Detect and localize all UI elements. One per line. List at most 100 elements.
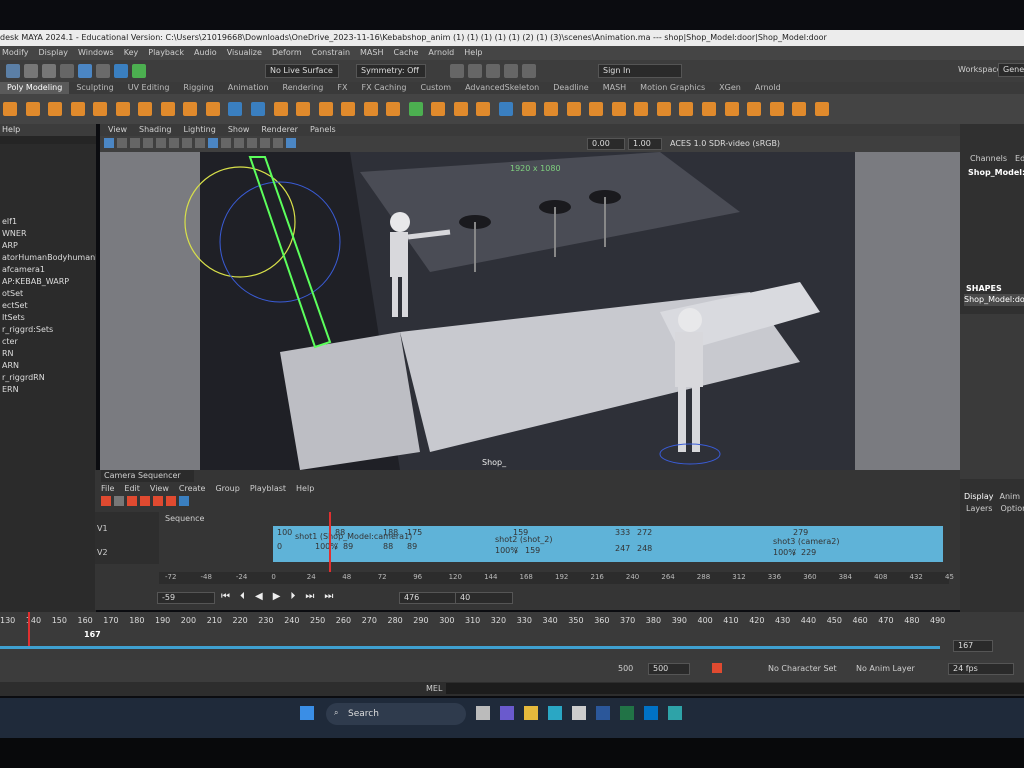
shelf-tab-motion-graphics[interactable]: Motion Graphics	[633, 82, 712, 94]
outliner-item[interactable]: AP:KEBAB_WARP	[0, 276, 96, 288]
fps-dropdown[interactable]: 24 fps	[948, 663, 1014, 675]
poly-plane-icon[interactable]	[115, 102, 130, 116]
viewport-menu-shading[interactable]: Shading	[139, 124, 172, 136]
menu-deform[interactable]: Deform	[272, 46, 302, 60]
poly-sphere-icon[interactable]	[25, 102, 40, 116]
camera-select-icon[interactable]	[104, 138, 114, 148]
task-view-icon[interactable]	[476, 706, 490, 720]
uv-editor-icon[interactable]	[544, 102, 559, 116]
outliner-item[interactable]: RN	[0, 348, 96, 360]
shelf-tab-rigging[interactable]: Rigging	[176, 82, 220, 94]
poly-svg-icon[interactable]	[205, 102, 220, 116]
range-end-field[interactable]: 500	[648, 663, 690, 675]
shot3-clip[interactable]: shot3 (camera2)	[773, 537, 839, 546]
sequencer-current-frame[interactable]: -59	[157, 592, 215, 604]
quad-draw-icon[interactable]	[769, 102, 784, 116]
isolate-select-icon[interactable]	[286, 138, 296, 148]
center-pivot-icon[interactable]	[701, 102, 716, 116]
ipr-render-icon[interactable]	[468, 64, 482, 78]
shape-node[interactable]: Shop_Model:doo	[964, 294, 1024, 306]
shelf-tab-advancedskeleton[interactable]: AdvancedSkeleton	[458, 82, 546, 94]
auto-uv-icon[interactable]	[589, 102, 604, 116]
menu-help[interactable]: Help	[464, 46, 482, 60]
shadows-icon[interactable]	[247, 138, 257, 148]
edge-icon[interactable]	[548, 706, 562, 720]
shelf-tab-fx-caching[interactable]: FX Caching	[354, 82, 413, 94]
shelf-tab-fx[interactable]: FX	[330, 82, 354, 94]
shelf-tab-mash[interactable]: MASH	[596, 82, 633, 94]
menu-display[interactable]: Display	[39, 46, 69, 60]
save-scene-icon[interactable]	[42, 64, 56, 78]
outliner-item[interactable]: ARP	[0, 240, 96, 252]
3d-viewport[interactable]: 1920 x 1080 Shop_	[100, 152, 960, 470]
sequencer-tab[interactable]: Camera Sequencer	[101, 470, 194, 482]
poly-cone-icon[interactable]	[3, 102, 17, 116]
sequencer-menu-playblast[interactable]: Playblast	[250, 484, 286, 493]
channels-tab[interactable]: Channels	[970, 154, 1007, 163]
outliner-item[interactable]: cter	[0, 336, 96, 348]
extrude-icon[interactable]	[296, 102, 311, 116]
auto-key-icon[interactable]	[712, 663, 722, 673]
undo-icon[interactable]	[60, 64, 74, 78]
current-frame-field[interactable]: 167	[953, 640, 993, 652]
sequencer-menu-file[interactable]: File	[101, 484, 114, 493]
start-icon[interactable]	[300, 706, 314, 720]
outliner-item[interactable]: r_riggrdRN	[0, 372, 96, 384]
viewport-menu-panels[interactable]: Panels	[310, 124, 336, 136]
combine-icon[interactable]	[228, 102, 243, 116]
workspace-dropdown[interactable]: Genera	[998, 63, 1024, 77]
pause-icon[interactable]	[522, 64, 536, 78]
poly-star-icon[interactable]	[160, 102, 175, 116]
store-icon[interactable]	[572, 706, 586, 720]
open-scene-icon[interactable]	[24, 64, 38, 78]
display-tab[interactable]: Display	[964, 492, 994, 501]
create-shot-icon[interactable]	[101, 496, 111, 506]
time-slider[interactable]: 130 140 150 160 170 180 190 200 210 220 230 240 250 2…	[0, 612, 1024, 660]
append-icon[interactable]	[341, 102, 356, 116]
smooth-icon[interactable]	[453, 102, 468, 116]
symmetry-dropdown[interactable]: Symmetry: Off	[356, 64, 426, 78]
shelf-tab-custom[interactable]: Custom	[413, 82, 458, 94]
anim-layer-dropdown[interactable]: No Anim Layer	[856, 664, 915, 673]
layers-menu[interactable]: Layers	[966, 504, 992, 513]
shelf-tab-arnold[interactable]: Arnold	[748, 82, 788, 94]
options-menu[interactable]: Options	[1000, 504, 1024, 513]
shelf-tab-sculpting[interactable]: Sculpting	[69, 82, 120, 94]
outliner-search[interactable]	[0, 136, 96, 144]
menu-windows[interactable]: Windows	[78, 46, 114, 60]
poly-text-icon[interactable]	[183, 102, 198, 116]
harden-edge-icon[interactable]	[656, 102, 671, 116]
outliner-item[interactable]: ERN	[0, 384, 96, 396]
render-settings-icon[interactable]	[486, 64, 500, 78]
menu-visualize[interactable]: Visualize	[227, 46, 262, 60]
colorspace-dropdown[interactable]: ACES 1.0 SDR-video (sRGB)	[670, 138, 790, 150]
live-surface-dropdown[interactable]: No Live Surface	[265, 64, 339, 78]
menu-constrain[interactable]: Constrain	[312, 46, 350, 60]
step-back-icon[interactable]: ◀	[255, 591, 263, 603]
sign-in-button[interactable]: Sign In	[598, 64, 682, 78]
outliner-item[interactable]: ectSet	[0, 300, 96, 312]
sequencer-menu-create[interactable]: Create	[179, 484, 206, 493]
mirror-icon[interactable]	[499, 102, 514, 116]
select-tool-icon[interactable]	[78, 64, 92, 78]
unlink-shot-icon[interactable]	[166, 496, 176, 506]
edit-tab[interactable]: Edit	[1015, 154, 1024, 163]
shelf-tab-animation[interactable]: Animation	[221, 82, 276, 94]
new-scene-icon[interactable]	[6, 64, 20, 78]
outliner-item[interactable]: WNER	[0, 228, 96, 240]
freeze-icon[interactable]	[724, 102, 739, 116]
outliner-item[interactable]: elf1	[0, 216, 96, 228]
outlook-icon[interactable]	[644, 706, 658, 720]
outliner-item[interactable]: r_riggrd:Sets	[0, 324, 96, 336]
file-explorer-icon[interactable]	[524, 706, 538, 720]
outliner-item[interactable]: ItSets	[0, 312, 96, 324]
sequencer-range-field[interactable]: 476	[399, 592, 457, 604]
menu-cache[interactable]: Cache	[393, 46, 418, 60]
menu-arnold[interactable]: Arnold	[428, 46, 454, 60]
shelf-tab-rendering[interactable]: Rendering	[276, 82, 331, 94]
viewport-menu-lighting[interactable]: Lighting	[183, 124, 215, 136]
outliner-item[interactable]: afcamera1	[0, 264, 96, 276]
shot2-clip[interactable]: shot2 (shot_2)	[495, 535, 553, 544]
maya-icon[interactable]	[668, 706, 682, 720]
sequencer-menu-group[interactable]: Group	[215, 484, 239, 493]
